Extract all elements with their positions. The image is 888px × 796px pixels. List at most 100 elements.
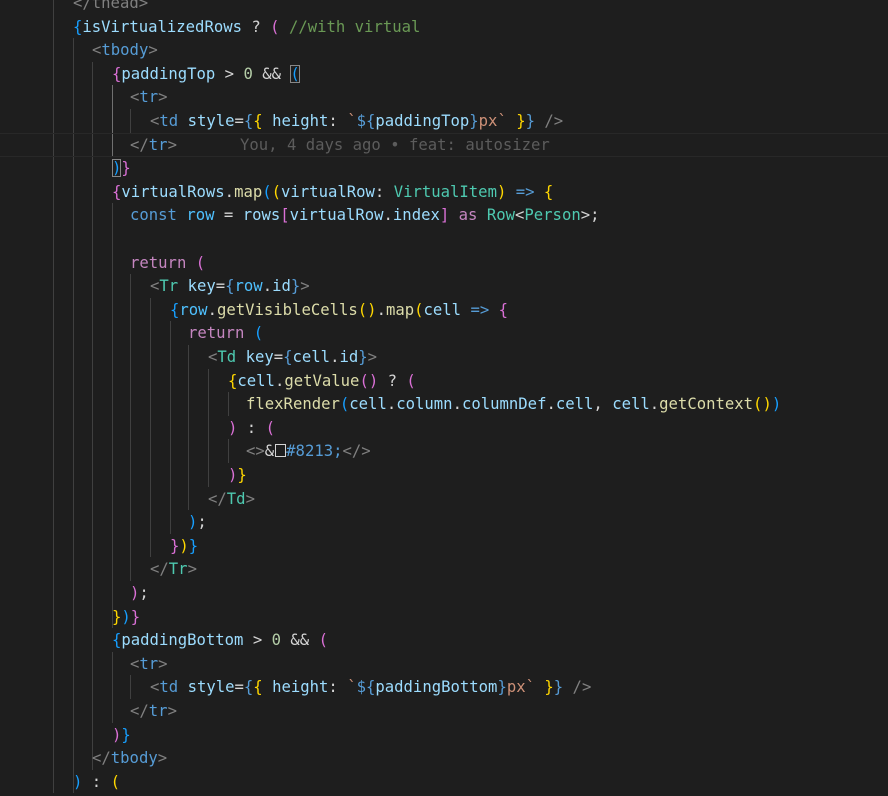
code-token: row	[186, 206, 215, 225]
code-line[interactable]: ) : (	[0, 416, 888, 440]
code-line[interactable]: flexRender(cell.column.columnDef.cell, c…	[0, 392, 888, 416]
code-line-content: {paddingBottom > 0 && (	[112, 628, 328, 652]
code-token: Person	[524, 206, 581, 225]
code-line[interactable]: {row.getVisibleCells().map(cell => {	[0, 298, 888, 322]
code-line[interactable]: <tbody>	[0, 38, 888, 62]
code-line-content: )}	[112, 156, 131, 180]
code-token: {	[498, 300, 509, 319]
code-line[interactable]: })}	[0, 605, 888, 629]
code-line[interactable]: <td style={{ height: `${paddingBottom}px…	[0, 675, 888, 699]
code-token: height	[272, 678, 329, 697]
code-token: )	[121, 607, 131, 626]
code-line[interactable]: <>& #8213;</>	[0, 439, 888, 463]
code-line-content: {isVirtualizedRows ? ( //with virtual	[73, 15, 420, 39]
code-token: }	[130, 607, 141, 626]
code-token: (	[359, 371, 369, 390]
code-line-content: )}	[112, 723, 131, 747]
git-blame-annotation: You, 4 days ago • feat: autosizer	[240, 135, 550, 154]
code-token: cell	[237, 371, 275, 390]
code-token: rows	[242, 206, 281, 225]
code-token: {	[112, 631, 122, 650]
code-token: style	[187, 678, 235, 697]
code-token: isVirtualizedRows	[82, 17, 242, 36]
code-token: paddingBottom	[121, 631, 244, 650]
code-line[interactable]: </Tr>	[0, 557, 888, 581]
code-token: `	[347, 678, 357, 697]
code-token: ;	[197, 513, 207, 532]
code-token: <	[150, 678, 160, 697]
code-token: >	[158, 654, 168, 673]
code-line[interactable]: return (	[0, 251, 888, 275]
code-line[interactable]: <td style={{ height: `${paddingTop}px` }…	[0, 109, 888, 133]
code-token: ?	[242, 17, 271, 36]
code-token: )	[762, 395, 772, 414]
missing-glyph-box	[274, 444, 286, 458]
code-line[interactable]: const row = rows[virtualRow.index] as Ro…	[0, 203, 888, 227]
code-token: }	[469, 112, 479, 130]
code-token: ${	[356, 112, 376, 130]
code-line[interactable]: <tr>	[0, 85, 888, 109]
code-token: </	[130, 135, 149, 154]
code-line[interactable]: <Td key={cell.id}>	[0, 345, 888, 369]
code-line[interactable]: ) : (	[0, 770, 888, 794]
code-line[interactable]: <Tr key={row.id}>	[0, 274, 888, 298]
code-token: return	[130, 253, 187, 272]
code-line[interactable]: return (	[0, 321, 888, 345]
code-line-content: <tbody>	[92, 38, 158, 62]
code-line[interactable]	[0, 227, 888, 251]
code-token: }	[516, 112, 526, 130]
code-line[interactable]: </tr>	[0, 699, 888, 723]
code-line[interactable]: {cell.getValue() ? (	[0, 369, 888, 393]
code-line[interactable]: </thead>	[0, 0, 888, 15]
code-token: <	[208, 348, 218, 366]
code-token: {	[283, 348, 293, 366]
code-token: {	[543, 182, 554, 201]
code-token: :	[374, 182, 394, 201]
code-token: (	[262, 182, 272, 201]
code-line[interactable]: </tr> You, 4 days ago • feat: autosizer	[0, 132, 888, 157]
code-line[interactable]: );	[0, 581, 888, 605]
code-token: getContext	[659, 395, 754, 414]
code-line[interactable]: </Td>	[0, 487, 888, 511]
code-token: (	[270, 17, 280, 36]
code-token: </	[208, 489, 227, 508]
code-token: getValue	[284, 371, 360, 390]
code-line-content: {cell.getValue() ? (	[228, 369, 416, 393]
code-token: tbody	[110, 749, 158, 768]
code-token: columnDef	[461, 395, 547, 414]
code-line[interactable]: })}	[0, 534, 888, 558]
code-token: }	[544, 678, 554, 697]
code-line[interactable]: )}	[0, 463, 888, 487]
code-token: )	[496, 182, 507, 201]
code-line[interactable]: )}	[0, 723, 888, 747]
code-token: }	[112, 607, 122, 626]
code-token: 0	[271, 631, 282, 650]
code-token: </	[130, 702, 149, 720]
code-line-content: <tr>	[130, 652, 168, 676]
code-token: return	[188, 324, 245, 343]
code-line[interactable]: <tr>	[0, 652, 888, 676]
code-line[interactable]: {virtualRows.map((virtualRow: VirtualIte…	[0, 180, 888, 204]
code-token: >	[215, 64, 244, 83]
code-editor[interactable]: </thead> {isVirtualizedRows ? ( //with vi…	[0, 0, 888, 796]
code-line[interactable]: </tbody>	[0, 746, 888, 770]
code-token: `	[525, 678, 535, 697]
code-line-content: return (	[188, 321, 263, 345]
code-line[interactable]: {paddingTop > 0 && (	[0, 62, 888, 86]
code-token: (	[265, 418, 275, 437]
code-token: key	[245, 348, 274, 366]
code-token: }	[525, 112, 535, 130]
code-line[interactable]: );	[0, 510, 888, 534]
code-token: VirtualItem	[393, 182, 497, 201]
code-token: virtualRow	[281, 182, 375, 201]
code-line[interactable]: {paddingBottom > 0 && (	[0, 628, 888, 652]
code-line[interactable]: {isVirtualizedRows ? ( //with virtual	[0, 15, 888, 39]
code-token: >	[157, 749, 168, 768]
code-token: Tr	[159, 277, 179, 296]
code-token: td	[159, 678, 179, 697]
code-token: tr	[139, 88, 159, 107]
code-token: )	[112, 725, 122, 744]
code-line[interactable]: )}	[0, 156, 888, 180]
